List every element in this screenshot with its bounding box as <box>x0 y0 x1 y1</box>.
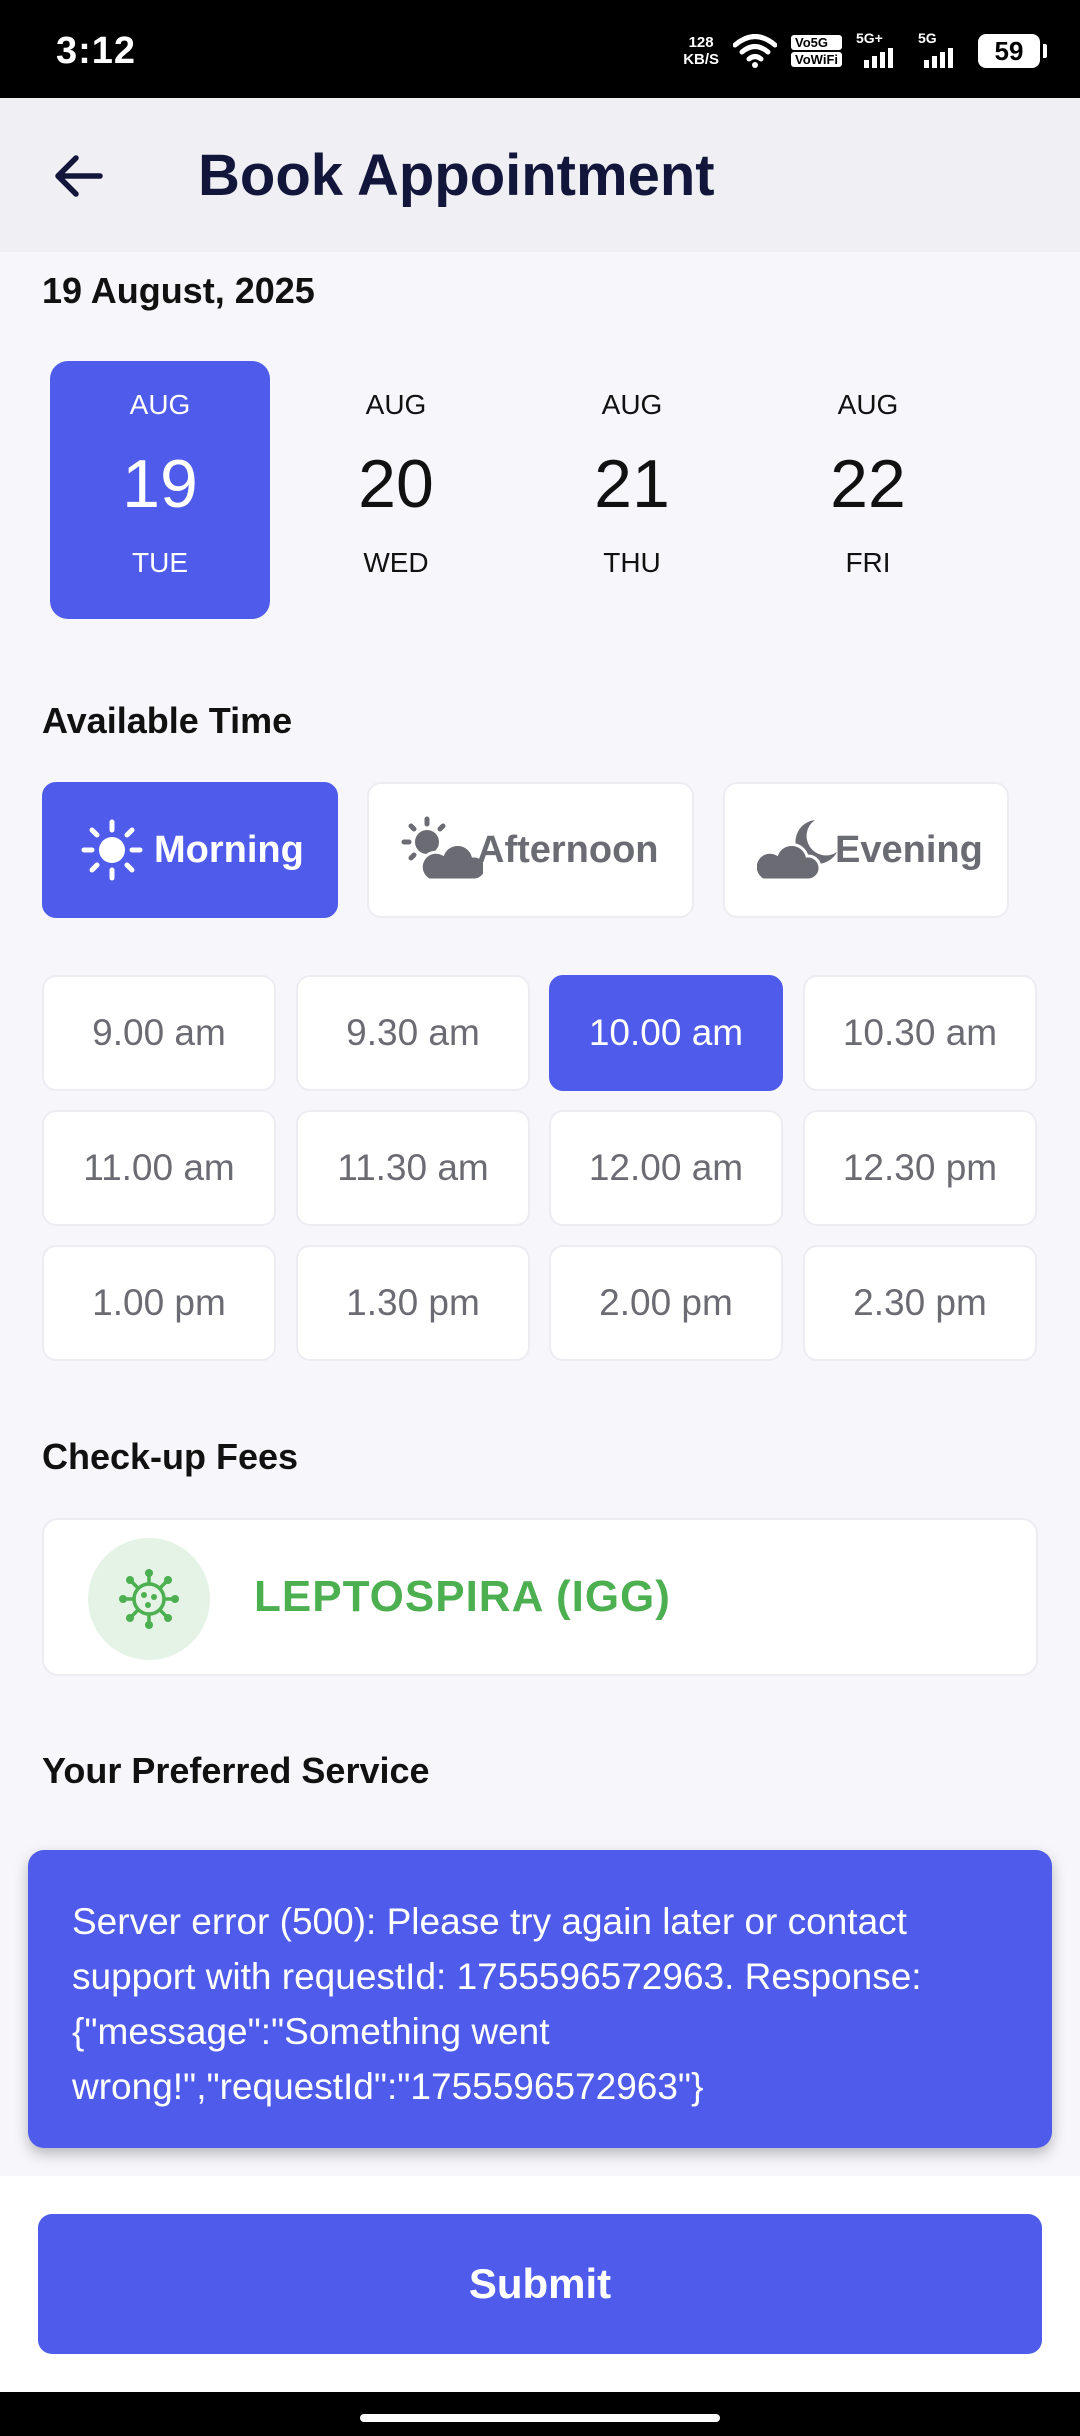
signal-sim1-icon: 5G+ <box>856 30 904 68</box>
time-slot-1-00-pm[interactable]: 1.00 pm <box>42 1245 276 1361</box>
date-card-aug-21[interactable]: AUG 21 THU <box>522 361 742 619</box>
time-slot-12-30-pm[interactable]: 12.30 pm <box>803 1110 1037 1226</box>
signal-sim2-icon: 5G <box>918 30 964 68</box>
time-slot-10-30-am[interactable]: 10.30 am <box>803 975 1037 1091</box>
snackbar-line-1: Server error (500): Please try again lat… <box>72 1901 907 1942</box>
date-weekday: THU <box>603 547 661 578</box>
date-day: 19 <box>122 446 198 522</box>
time-slot-9-00-am[interactable]: 9.00 am <box>42 975 276 1091</box>
selected-date-heading: 19 August, 2025 <box>42 270 315 311</box>
date-day: 21 <box>594 446 670 522</box>
status-icons: 128 KB/S Vo5G VoWiFi 5G+ 5G 59 <box>683 28 1047 74</box>
fee-item-card[interactable]: LEPTOSPIRA (IGG) <box>42 1518 1038 1676</box>
date-card-aug-20[interactable]: AUG 20 WED <box>286 361 506 619</box>
vo5g-label: Vo5G <box>791 35 842 50</box>
status-time: 3:12 <box>56 30 137 72</box>
home-indicator[interactable] <box>360 2414 720 2422</box>
time-slot-1-30-pm[interactable]: 1.30 pm <box>296 1245 530 1361</box>
snackbar-line-4: wrong!","requestId":"1755596572963"} <box>72 2066 704 2107</box>
available-time-title: Available Time <box>42 700 293 741</box>
network-speed-value: 128 <box>688 34 714 51</box>
virus-icon <box>119 1569 179 1629</box>
date-month: AUG <box>601 389 663 420</box>
sun-cloud-icon <box>401 816 483 882</box>
date-month: AUG <box>365 389 427 420</box>
time-slot-11-00-am[interactable]: 11.00 am <box>42 1110 276 1226</box>
time-slot-12-00-am[interactable]: 12.00 am <box>549 1110 783 1226</box>
fee-item-avatar <box>88 1538 210 1660</box>
time-slot-2-00-pm[interactable]: 2.00 pm <box>549 1245 783 1361</box>
snackbar-line-3: {"message":"Something went <box>72 2011 550 2052</box>
submit-button[interactable]: Submit <box>38 2214 1042 2354</box>
network-speed: 128 KB/S <box>683 34 719 68</box>
battery-level: 59 <box>994 35 1024 66</box>
time-slot-11-30-am[interactable]: 11.30 am <box>296 1110 530 1226</box>
date-weekday: FRI <box>845 547 891 578</box>
time-slot-2-30-pm[interactable]: 2.30 pm <box>803 1245 1037 1361</box>
system-navigation-bar <box>0 2392 1080 2436</box>
vowifi-label: VoWiFi <box>791 52 842 67</box>
app-bar: Book Appointment <box>0 98 1080 252</box>
period-label: Morning <box>154 828 304 871</box>
error-snackbar: Server error (500): Please try again lat… <box>28 1850 1052 2148</box>
period-label: Afternoon <box>477 828 659 871</box>
sun-icon <box>81 819 143 881</box>
page-title: Book Appointment <box>198 143 715 208</box>
period-afternoon-button[interactable]: Afternoon <box>367 782 694 918</box>
time-slot-9-30-am[interactable]: 9.30 am <box>296 975 530 1091</box>
back-button[interactable] <box>40 138 116 214</box>
status-bar: 3:12 128 KB/S Vo5G VoWiFi 5G+ 5G 59 <box>0 0 1080 98</box>
bottom-action-panel: Submit <box>0 2176 1080 2392</box>
snackbar-line-2: support with requestId: 1755596572963. R… <box>72 1956 922 1997</box>
sim1-network-label: 5G+ <box>856 30 883 46</box>
preferred-service-title: Your Preferred Service <box>42 1750 430 1791</box>
moon-cloud-icon <box>757 820 837 882</box>
date-month: AUG <box>837 389 899 420</box>
arrow-left-icon <box>55 155 103 197</box>
network-speed-unit: KB/S <box>683 51 720 68</box>
period-label: Evening <box>835 828 983 871</box>
book-appointment-screen: 3:12 128 KB/S Vo5G VoWiFi 5G+ 5G 59 Book… <box>0 0 1080 2436</box>
checkup-fees-title: Check-up Fees <box>42 1436 299 1477</box>
volte-badge: Vo5G VoWiFi <box>791 34 842 68</box>
wifi-icon <box>733 34 778 68</box>
date-month: AUG <box>129 389 191 420</box>
period-morning-button[interactable]: Morning <box>42 782 338 918</box>
battery-icon: 59 <box>978 34 1047 68</box>
date-day: 20 <box>358 446 434 522</box>
date-card-aug-22[interactable]: AUG 22 FRI <box>758 361 978 619</box>
fee-item-name: LEPTOSPIRA (IGG) <box>254 1572 671 1621</box>
date-card-aug-19[interactable]: AUG 19 TUE <box>50 361 270 619</box>
date-weekday: WED <box>363 547 429 578</box>
period-evening-button[interactable]: Evening <box>723 782 1009 918</box>
date-day: 22 <box>830 446 906 522</box>
time-slot-10-00-am[interactable]: 10.00 am <box>549 975 783 1091</box>
date-weekday: TUE <box>132 547 188 578</box>
sim2-network-label: 5G <box>918 30 937 46</box>
